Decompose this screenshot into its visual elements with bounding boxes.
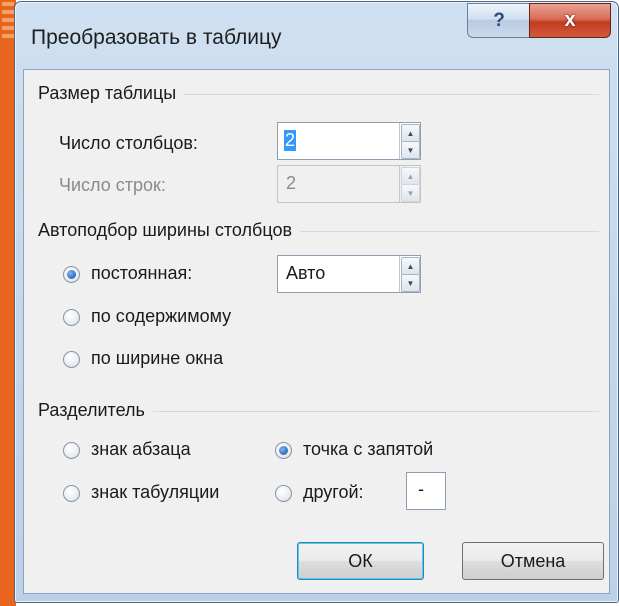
columns-label: Число столбцов: <box>59 133 198 153</box>
rows-label: Число строк: <box>59 175 166 195</box>
autofit-window-radio[interactable] <box>63 351 80 368</box>
autofit-window-label[interactable]: по ширине окна <box>91 348 223 369</box>
separator-tab-label[interactable]: знак табуляции <box>91 482 219 503</box>
spinner-down-icon[interactable]: ▼ <box>401 141 420 159</box>
help-button[interactable]: ? <box>467 3 531 38</box>
separator-paragraph-radio[interactable] <box>63 442 80 459</box>
cancel-button[interactable]: Отмена <box>462 542 604 580</box>
autofit-heading: Автоподбор ширины столбцов <box>38 220 301 241</box>
columns-spinner[interactable]: 2 ▲ ▼ <box>277 122 421 160</box>
background-pattern <box>2 2 14 42</box>
spinner-down-icon[interactable]: ▼ <box>401 274 420 292</box>
spinner-up-icon[interactable]: ▲ <box>401 124 420 142</box>
spinner-up-icon[interactable]: ▲ <box>401 257 420 275</box>
autofit-contents-radio[interactable] <box>63 309 80 326</box>
rows-value: 2 <box>286 173 297 193</box>
separator-semicolon-label[interactable]: точка с запятой <box>303 439 433 460</box>
separator-paragraph-label[interactable]: знак абзаца <box>91 439 191 460</box>
separator-heading: Разделитель <box>38 400 153 421</box>
help-icon: ? <box>493 9 505 31</box>
separator-other-label[interactable]: другой: <box>303 482 364 503</box>
separator-other-input[interactable]: - <box>406 472 446 510</box>
fixed-width-value[interactable]: Авто <box>286 263 325 284</box>
fixed-width-spinner-arrows: ▲ ▼ <box>399 256 420 292</box>
table-size-heading: Размер таблицы <box>38 83 185 104</box>
columns-value[interactable]: 2 <box>284 130 297 151</box>
separator-semicolon-radio[interactable] <box>275 442 292 459</box>
ok-button[interactable]: ОК <box>297 542 424 580</box>
close-button[interactable]: x <box>529 3 611 38</box>
rows-spinner: 2 ▲ ▼ <box>277 165 421 203</box>
rows-spinner-arrows: ▲ ▼ <box>399 166 420 202</box>
spinner-up-icon: ▲ <box>401 167 420 185</box>
table-size-group: Размер таблицы <box>24 83 609 104</box>
autofit-group: Автоподбор ширины столбцов <box>24 220 609 241</box>
dialog-window: Преобразовать в таблицу ? x Размер табли… <box>14 1 619 603</box>
dialog-client-area: Размер таблицы Число столбцов: 2 ▲ ▼ Чис… <box>23 69 610 594</box>
title-bar[interactable]: Преобразовать в таблицу ? x <box>15 2 618 70</box>
spinner-down-icon: ▼ <box>401 184 420 202</box>
dialog-title: Преобразовать в таблицу <box>31 26 282 49</box>
autofit-fixed-label[interactable]: постоянная: <box>91 263 192 284</box>
columns-spinner-arrows: ▲ ▼ <box>399 123 420 159</box>
separator-group: Разделитель <box>24 400 609 421</box>
fixed-width-spinner[interactable]: Авто ▲ ▼ <box>277 255 421 293</box>
autofit-fixed-radio[interactable] <box>63 266 80 283</box>
close-icon: x <box>564 9 576 31</box>
separator-tab-radio[interactable] <box>63 485 80 502</box>
autofit-contents-label[interactable]: по содержимому <box>91 306 231 327</box>
separator-other-radio[interactable] <box>275 485 292 502</box>
